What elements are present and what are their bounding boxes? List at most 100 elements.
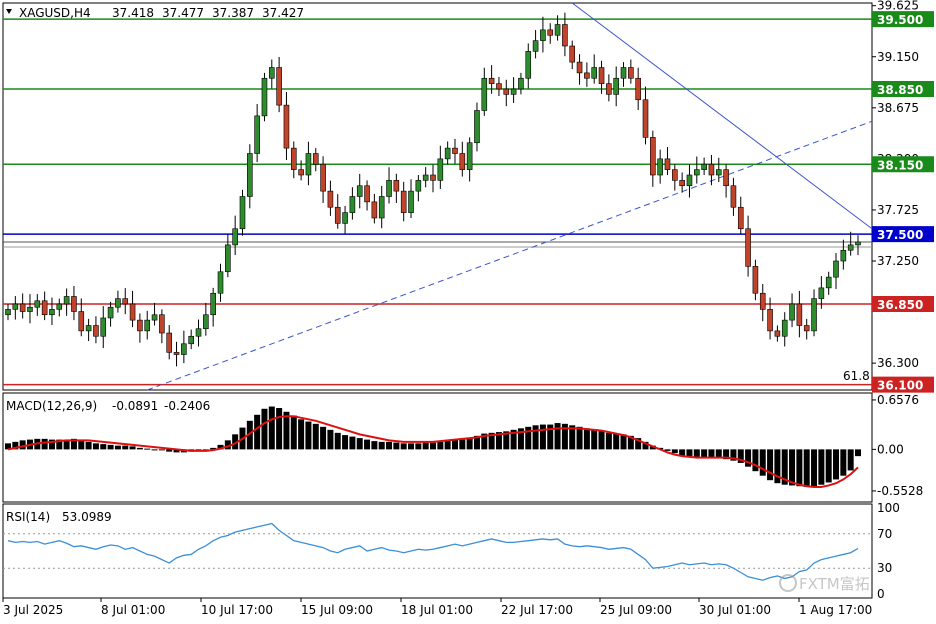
candle-body	[833, 260, 839, 278]
candle-body	[181, 343, 187, 355]
candle-body	[562, 24, 568, 47]
macd-bar	[437, 441, 444, 450]
candle-body	[364, 185, 370, 203]
candle-body	[532, 40, 539, 52]
macd-bar	[408, 443, 415, 450]
level-tag-label: 36.100	[877, 379, 923, 393]
candle-body	[356, 185, 363, 197]
macd-tick-label: 0.6576	[877, 393, 919, 407]
candle-body	[708, 163, 715, 176]
macd-bar	[466, 438, 473, 450]
candle-body	[774, 330, 781, 337]
candle-body	[591, 67, 598, 79]
symbol-label: XAGUSD,H4	[19, 6, 91, 20]
price-tick-label: 38.675	[877, 101, 919, 115]
candle-body	[78, 311, 85, 332]
candle-body	[386, 180, 392, 197]
macd-bar	[818, 449, 825, 485]
candle-body	[789, 303, 795, 321]
candle-body	[847, 244, 854, 251]
candle-body	[752, 266, 759, 294]
rsi-value: 53.0989	[62, 510, 112, 524]
candle-body	[584, 72, 590, 79]
chart-background	[0, 0, 936, 624]
macd-bar	[855, 449, 861, 457]
time-tick-label: 22 Jul 17:00	[501, 603, 573, 617]
price-tick-label: 39.150	[877, 50, 919, 64]
candle-body	[334, 206, 341, 224]
candle-body	[129, 303, 136, 321]
candle-body	[276, 67, 282, 106]
candle-body	[41, 300, 48, 316]
macd-bar	[334, 432, 341, 450]
rsi-tick-label: 70	[877, 527, 892, 541]
time-tick-label: 25 Jul 09:00	[600, 603, 672, 617]
candle-body	[261, 77, 268, 117]
candle-body	[781, 319, 788, 337]
macd-bar	[422, 442, 429, 450]
ohlc-high: 37.477	[162, 6, 204, 20]
macd-bar	[151, 449, 158, 451]
macd-bar	[811, 449, 818, 487]
macd-bar	[276, 408, 283, 450]
candle-body	[598, 67, 605, 84]
candle-body	[166, 332, 173, 353]
rsi-tick-label: 100	[877, 501, 900, 515]
macd-bar	[327, 429, 334, 450]
candle-body	[540, 29, 546, 41]
candle-body	[466, 142, 473, 170]
candle-body	[664, 158, 671, 170]
macd-bar	[342, 435, 349, 450]
candle-body	[811, 298, 817, 332]
candle-body	[554, 24, 561, 36]
macd-bar	[393, 442, 400, 450]
candle-body	[63, 296, 70, 305]
candle-body	[818, 287, 825, 299]
macd-bar	[613, 433, 620, 450]
watermark-text: FXTM富拓	[799, 575, 870, 593]
macd-bar	[261, 408, 268, 450]
macd-bar	[371, 441, 378, 450]
candle-body	[320, 163, 326, 192]
candle-body	[283, 104, 290, 149]
candle-body	[796, 303, 803, 326]
macd-bar	[41, 438, 48, 450]
candle-body	[268, 67, 275, 79]
candle-body	[371, 201, 378, 219]
candle-body	[137, 319, 143, 332]
candle-body	[657, 158, 663, 176]
macd-bar	[539, 424, 546, 450]
candle-body	[459, 153, 466, 170]
candle-body	[613, 77, 619, 95]
candle-body	[715, 169, 722, 176]
rsi-tick-label: 30	[877, 561, 892, 575]
candle-body	[203, 314, 209, 330]
candle-body	[173, 352, 180, 355]
macd-bar	[752, 449, 759, 472]
candle-body	[701, 163, 707, 170]
macd-bar	[129, 446, 136, 450]
candle-body	[693, 169, 700, 176]
level-tag-label: 38.150	[877, 158, 923, 172]
candle-body	[481, 77, 488, 111]
candle-body	[474, 110, 480, 144]
time-tick-label: 18 Jul 01:00	[401, 603, 473, 617]
candle-body	[210, 292, 216, 316]
macd-bar	[100, 444, 107, 450]
price-tick-label: 37.725	[877, 203, 919, 217]
candle-body	[239, 196, 246, 230]
macd-bar	[298, 419, 305, 450]
candle-body	[349, 196, 356, 213]
macd-bar	[554, 423, 561, 450]
macd-bar	[598, 430, 605, 450]
macd-bar	[144, 448, 151, 450]
candle-body	[56, 303, 63, 310]
candle-body	[93, 325, 99, 337]
candle-body	[415, 180, 422, 192]
macd-signal-value: -0.2406	[164, 399, 210, 413]
level-tag-label: 37.500	[877, 228, 923, 242]
macd-bar	[386, 441, 393, 450]
rsi-title: RSI(14)	[6, 510, 50, 524]
macd-bar	[679, 449, 686, 456]
candle-body	[840, 249, 847, 262]
